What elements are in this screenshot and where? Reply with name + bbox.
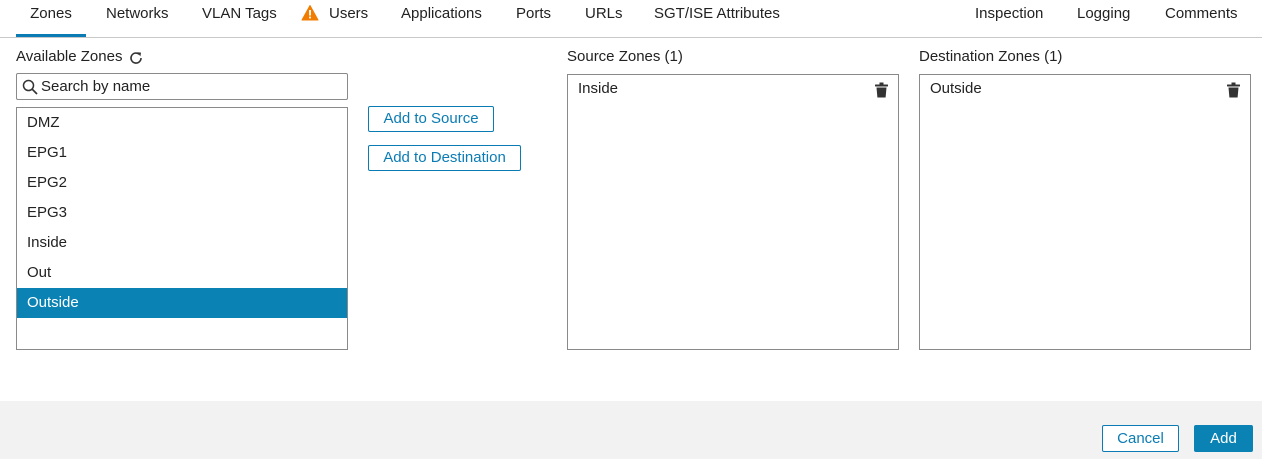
trash-icon[interactable] bbox=[1227, 82, 1240, 98]
tab-label: SGT/ISE Attributes bbox=[654, 5, 780, 22]
destination-zones-list[interactable]: Outside bbox=[919, 74, 1251, 350]
zone-item-inside[interactable]: Inside bbox=[17, 228, 347, 258]
dialog-footer: Cancel Add bbox=[0, 401, 1262, 459]
source-zone-label: Inside bbox=[578, 80, 619, 97]
tab-inspection[interactable]: Inspection bbox=[975, 0, 1043, 37]
source-zone-item: Inside bbox=[568, 75, 898, 105]
destination-zones-title: Destination Zones (1) bbox=[919, 48, 1063, 65]
add-to-source-button[interactable]: Add to Source bbox=[368, 106, 494, 132]
tab-label: Comments bbox=[1165, 5, 1238, 22]
tab-label: Users bbox=[329, 5, 369, 22]
search-box bbox=[16, 73, 348, 100]
zone-item-epg3[interactable]: EPG3 bbox=[17, 198, 347, 228]
tab-label: VLAN Tags bbox=[202, 5, 277, 22]
zone-item-outside[interactable]: Outside bbox=[17, 288, 347, 318]
destination-zone-label: Outside bbox=[930, 80, 982, 97]
tab-label: Logging bbox=[1077, 5, 1131, 22]
search-input[interactable] bbox=[41, 74, 341, 99]
tab-label: URLs bbox=[585, 5, 623, 22]
tab-vlan-tags[interactable]: VLAN Tags bbox=[202, 0, 277, 37]
source-zones-title: Source Zones (1) bbox=[567, 48, 683, 65]
cancel-button[interactable]: Cancel bbox=[1102, 425, 1179, 452]
tab-comments[interactable]: Comments bbox=[1165, 0, 1238, 37]
tab-label: Ports bbox=[516, 5, 552, 22]
add-button[interactable]: Add bbox=[1194, 425, 1253, 452]
tab-urls[interactable]: URLs bbox=[585, 0, 623, 37]
add-to-destination-button[interactable]: Add to Destination bbox=[368, 145, 521, 171]
zone-item-epg1[interactable]: EPG1 bbox=[17, 138, 347, 168]
tab-networks[interactable]: Networks bbox=[106, 0, 169, 37]
tab-bar: Zones Networks VLAN Tags Users Applicati… bbox=[0, 0, 1262, 38]
tab-sgt-ise-attributes[interactable]: SGT/ISE Attributes bbox=[654, 0, 780, 37]
available-zones-title: Available Zones bbox=[16, 48, 123, 65]
tab-applications[interactable]: Applications bbox=[401, 0, 482, 37]
search-icon bbox=[22, 79, 38, 95]
zone-item-dmz[interactable]: DMZ bbox=[17, 108, 347, 138]
zone-item-out[interactable]: Out bbox=[17, 258, 347, 288]
tab-label: Networks bbox=[106, 5, 169, 22]
tab-zones[interactable]: Zones bbox=[16, 0, 86, 37]
zone-item-epg2[interactable]: EPG2 bbox=[17, 168, 347, 198]
source-zones-list[interactable]: Inside bbox=[567, 74, 899, 350]
tab-ports[interactable]: Ports bbox=[516, 0, 551, 37]
tab-logging[interactable]: Logging bbox=[1077, 0, 1130, 37]
warning-icon bbox=[301, 5, 319, 21]
trash-icon[interactable] bbox=[875, 82, 888, 98]
tab-users[interactable]: Users bbox=[301, 0, 368, 37]
tab-label: Zones bbox=[30, 5, 72, 22]
tab-label: Applications bbox=[401, 5, 482, 22]
available-zones-list[interactable]: DMZ EPG1 EPG2 EPG3 Inside Out Outside bbox=[16, 107, 348, 350]
refresh-icon[interactable] bbox=[128, 50, 144, 66]
tab-label: Inspection bbox=[975, 5, 1044, 22]
destination-zone-item: Outside bbox=[920, 75, 1250, 105]
